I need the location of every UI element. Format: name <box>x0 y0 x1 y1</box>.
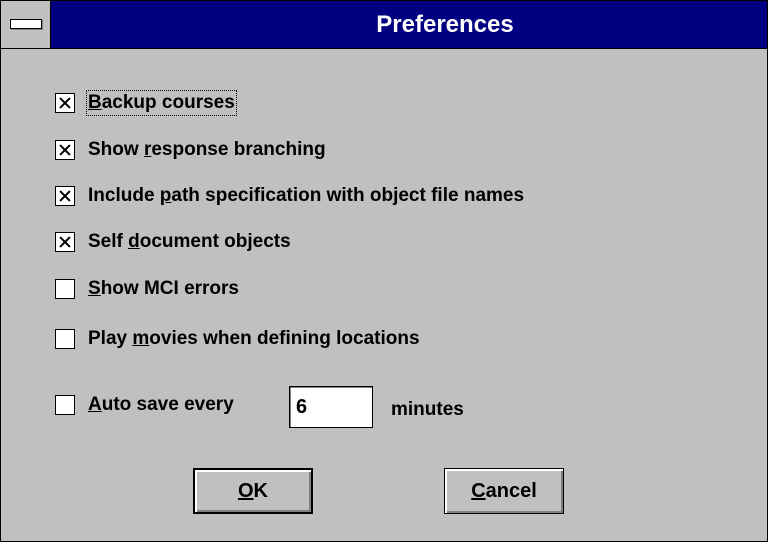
option-include-path-specification[interactable]: Include path specification with object f… <box>55 182 524 210</box>
include-path-specification-checkbox[interactable] <box>55 186 75 206</box>
title-bar[interactable]: Preferences <box>1 1 767 49</box>
show-response-branching-checkbox[interactable] <box>55 140 75 160</box>
ok-button[interactable]: OK <box>193 468 313 514</box>
system-menu-icon <box>10 19 42 29</box>
minutes-label: minutes <box>391 399 464 420</box>
option-show-response-branching[interactable]: Show response branching <box>55 136 326 164</box>
self-document-objects-label[interactable]: Self document objects <box>88 231 291 253</box>
option-show-mci-errors[interactable]: Show MCI errors <box>55 275 239 303</box>
preferences-dialog: Preferences Backup courses Show response… <box>0 0 768 542</box>
self-document-objects-checkbox[interactable] <box>55 232 75 252</box>
backup-courses-checkbox[interactable] <box>55 93 75 113</box>
cancel-button[interactable]: Cancel <box>444 468 564 514</box>
auto-save-label[interactable]: Auto save every <box>88 394 234 416</box>
backup-courses-label[interactable]: Backup courses <box>86 90 237 116</box>
play-movies-checkbox[interactable] <box>55 329 75 349</box>
play-movies-label[interactable]: Play movies when defining locations <box>88 328 420 350</box>
show-mci-errors-checkbox[interactable] <box>55 279 75 299</box>
window-title: Preferences <box>376 11 514 38</box>
include-path-specification-label[interactable]: Include path specification with object f… <box>88 185 524 207</box>
auto-save-checkbox[interactable] <box>55 395 75 415</box>
option-self-document-objects[interactable]: Self document objects <box>55 228 291 256</box>
option-auto-save[interactable]: Auto save every <box>55 391 234 419</box>
auto-save-minutes-input[interactable] <box>289 386 373 428</box>
show-response-branching-label[interactable]: Show response branching <box>88 139 326 161</box>
system-menu-button[interactable] <box>1 1 51 48</box>
show-mci-errors-label[interactable]: Show MCI errors <box>88 278 239 300</box>
option-play-movies[interactable]: Play movies when defining locations <box>55 325 420 353</box>
option-backup-courses[interactable]: Backup courses <box>55 89 237 117</box>
